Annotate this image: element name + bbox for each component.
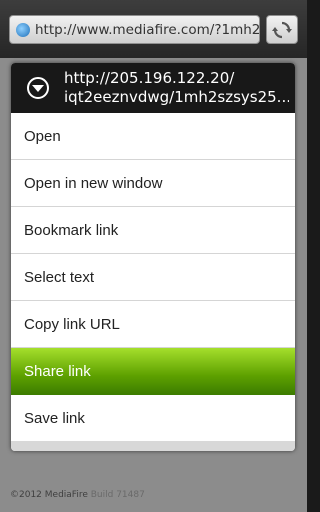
menu-item-share-link[interactable]: Share link (11, 348, 295, 395)
menu-item-open[interactable]: Open (11, 113, 295, 160)
url-bar[interactable]: http://www.mediafire.com/?1mh2szsys25 (9, 15, 260, 44)
globe-icon (16, 22, 30, 37)
refresh-icon (272, 21, 292, 38)
screen: http://www.mediafire.com/?1mh2szsys25 ©2… (0, 0, 307, 512)
menu-header-url-line2: iqt2eeznvdwg/1mh2szsys25... (64, 88, 289, 106)
menu-item-bookmark-link[interactable]: Bookmark link (11, 207, 295, 254)
menu-item-copy-link-url[interactable]: Copy link URL (11, 301, 295, 348)
menu-item-open-new-window[interactable]: Open in new window (11, 160, 295, 207)
chevron-down-circle-icon[interactable] (26, 76, 50, 100)
menu-item-save-link[interactable]: Save link (11, 395, 295, 442)
footer-copyright: ©2012 MediaFire (10, 490, 88, 500)
menu-header: http://205.196.122.20/ iqt2eeznvdwg/1mh2… (11, 63, 295, 113)
refresh-button[interactable] (266, 15, 298, 44)
link-context-menu: http://205.196.122.20/ iqt2eeznvdwg/1mh2… (11, 63, 295, 451)
url-text: http://www.mediafire.com/?1mh2szsys25 (35, 21, 259, 38)
page-footer: ©2012 MediaFire Build 71487 (10, 490, 145, 500)
menu-header-url-line1: http://205.196.122.20/ (64, 69, 235, 87)
footer-build: Build 71487 (90, 490, 145, 500)
menu-item-select-text[interactable]: Select text (11, 254, 295, 301)
menu-header-url: http://205.196.122.20/ iqt2eeznvdwg/1mh2… (64, 69, 289, 107)
browser-toolbar: http://www.mediafire.com/?1mh2szsys25 (0, 0, 307, 58)
menu-bottom-bar (11, 441, 295, 451)
